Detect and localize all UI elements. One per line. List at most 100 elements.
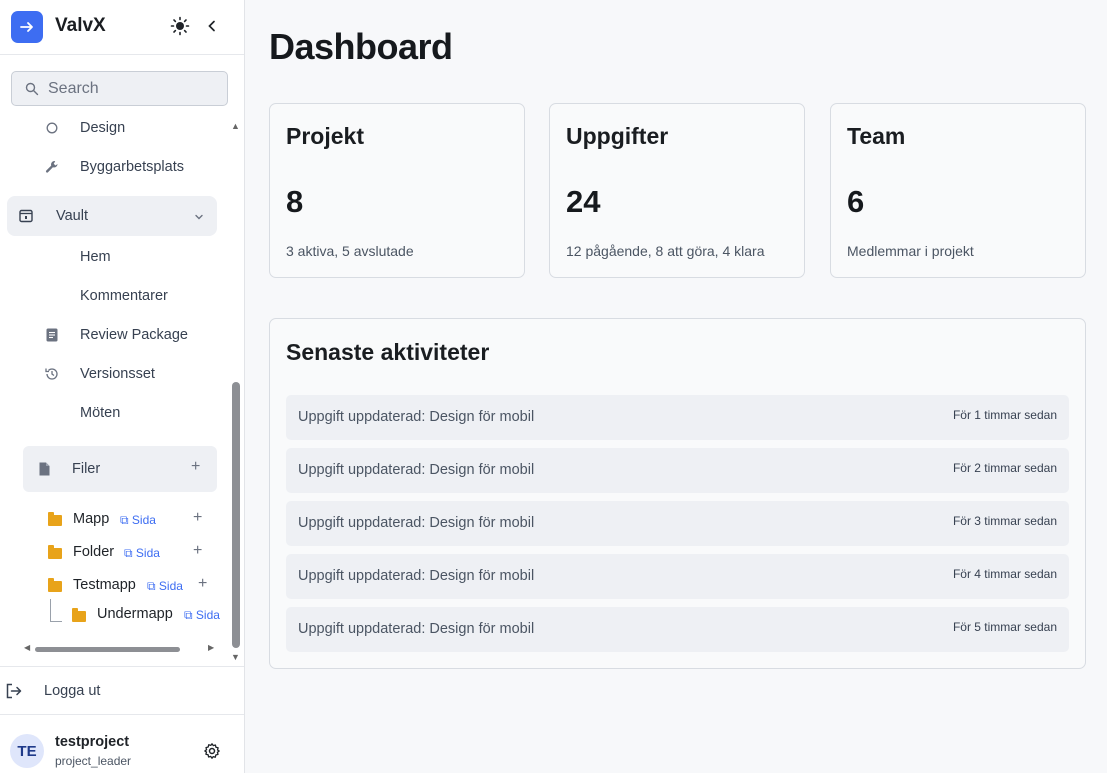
activity-time: För 1 timmar sedan: [952, 408, 1057, 422]
sida-link[interactable]: ⧉ Sida: [120, 513, 156, 528]
folder-item-undermapp[interactable]: Undermapp ⧉ Sida: [0, 596, 230, 632]
file-icon: [35, 460, 53, 478]
folder-item-folder[interactable]: Folder ⧉ Sida +: [0, 534, 230, 570]
scroll-up-arrow-icon[interactable]: ▲: [231, 121, 240, 131]
stat-card-projekt[interactable]: Projekt 8 3 aktiva, 5 avslutade: [269, 103, 525, 278]
scroll-left-arrow-icon[interactable]: ◀: [24, 643, 30, 652]
activity-text: Uppgift uppdaterad: Design för mobil: [298, 568, 535, 584]
nav-item-review-package[interactable]: Review Package: [0, 317, 230, 353]
folder-icon: [48, 578, 62, 592]
activity-text: Uppgift uppdaterad: Design för mobil: [298, 621, 535, 637]
app-name: ValvX: [55, 15, 106, 36]
activity-time: För 4 timmar sedan: [952, 567, 1057, 581]
vault-icon: [17, 207, 35, 225]
add-subfolder-button[interactable]: +: [193, 542, 202, 560]
search-box[interactable]: [11, 71, 228, 106]
stat-description: Medlemmar i projekt: [847, 243, 974, 259]
nav-item-kommentarer[interactable]: Kommentarer: [0, 278, 230, 314]
add-subfolder-button[interactable]: +: [193, 509, 202, 527]
add-subfolder-button[interactable]: +: [198, 575, 207, 593]
sida-link[interactable]: ⧉ Sida: [124, 546, 160, 561]
stat-title: Projekt: [286, 123, 364, 149]
activity-text: Uppgift uppdaterad: Design för mobil: [298, 462, 535, 478]
vertical-scrollbar-thumb[interactable]: [232, 382, 240, 648]
activity-text: Uppgift uppdaterad: Design för mobil: [298, 515, 535, 531]
horizontal-scrollbar-thumb[interactable]: [35, 647, 180, 652]
user-profile: TE testproject project_leader: [0, 716, 244, 773]
logout-button[interactable]: Logga ut: [0, 666, 244, 715]
user-name: testproject: [55, 734, 130, 750]
stat-value: 6: [847, 184, 865, 219]
nav-label: Review Package: [80, 327, 188, 343]
nav-label: Byggarbetsplats: [80, 159, 184, 175]
sida-link[interactable]: ⧉ Sida: [147, 579, 183, 594]
activity-text: Uppgift uppdaterad: Design för mobil: [298, 409, 535, 425]
scroll-down-arrow-icon[interactable]: ▼: [231, 652, 240, 662]
nav-label: Hem: [80, 249, 111, 265]
nav-item-byggarbetsplats[interactable]: Byggarbetsplats: [0, 149, 230, 185]
nav-item-hem[interactable]: Hem: [0, 239, 230, 275]
folder-label: Testmapp: [73, 577, 136, 593]
logo-arrow-icon[interactable]: [11, 11, 43, 43]
activity-time: För 5 timmar sedan: [952, 620, 1057, 634]
activity-row[interactable]: Uppgift uppdaterad: Design för mobil För…: [286, 448, 1069, 493]
sida-link-label: Sida: [131, 513, 156, 527]
activity-row[interactable]: Uppgift uppdaterad: Design för mobil För…: [286, 607, 1069, 652]
search-input[interactable]: [48, 79, 218, 99]
nav-label: Vault: [56, 208, 88, 224]
activity-row[interactable]: Uppgift uppdaterad: Design för mobil För…: [286, 501, 1069, 546]
gear-icon[interactable]: [203, 742, 221, 760]
folder-item-mapp[interactable]: Mapp ⧉ Sida +: [0, 501, 230, 537]
folder-icon: [48, 545, 62, 559]
chevron-down-icon: [194, 209, 204, 227]
stat-description: 12 pågående, 8 att göra, 4 klara: [566, 243, 765, 259]
sida-link-label: Sida: [195, 608, 220, 622]
add-file-button[interactable]: +: [191, 458, 200, 476]
sida-link-label: Sida: [135, 546, 160, 560]
nav-label: Filer: [72, 461, 101, 477]
nav-label: Möten: [80, 405, 121, 421]
stat-description: 3 aktiva, 5 avslutade: [286, 243, 414, 259]
nav-item-vault[interactable]: Vault: [7, 196, 217, 236]
circle-icon: [43, 119, 61, 137]
nav-label: Kommentarer: [80, 288, 168, 304]
stat-card-team[interactable]: Team 6 Medlemmar i projekt: [830, 103, 1086, 278]
wrench-icon: [43, 158, 61, 176]
nav-label: Versionsset: [80, 366, 155, 382]
sidebar: ValvX Design Byggarbetsplats: [0, 0, 245, 773]
brand-header: ValvX: [0, 0, 244, 55]
nav-item-design[interactable]: Design: [0, 112, 230, 146]
folder-label: Mapp: [73, 511, 110, 527]
stat-title: Team: [847, 123, 906, 149]
document-icon: [43, 326, 61, 344]
activity-row[interactable]: Uppgift uppdaterad: Design för mobil För…: [286, 395, 1069, 440]
user-role: project_leader: [55, 754, 132, 768]
folder-label: Undermapp: [97, 606, 173, 622]
nav-item-versionsset[interactable]: Versionsset: [0, 356, 230, 392]
nav-list: Design Byggarbetsplats Vault Hem Komment…: [0, 112, 244, 664]
folder-icon: [72, 608, 86, 622]
nav-item-filer[interactable]: Filer +: [23, 446, 217, 492]
logout-icon: [6, 683, 22, 699]
chevron-left-icon[interactable]: [202, 14, 222, 38]
sida-link[interactable]: ⧉ Sida: [184, 608, 220, 623]
activity-time: För 3 timmar sedan: [952, 514, 1057, 528]
page-title: Dashboard: [269, 26, 453, 67]
nav-label: Design: [80, 120, 126, 136]
sida-link-label: Sida: [158, 579, 183, 593]
nav-item-moten[interactable]: Möten: [0, 395, 230, 431]
activity-time: För 2 timmar sedan: [952, 461, 1057, 475]
folder-icon: [48, 512, 62, 526]
sun-icon[interactable]: [168, 14, 192, 38]
stat-card-uppgifter[interactable]: Uppgifter 24 12 pågående, 8 att göra, 4 …: [549, 103, 805, 278]
logout-label: Logga ut: [44, 683, 101, 699]
stat-title: Uppgifter: [566, 123, 669, 149]
history-icon: [43, 365, 61, 383]
activity-row[interactable]: Uppgift uppdaterad: Design för mobil För…: [286, 554, 1069, 599]
stat-value: 8: [286, 184, 304, 219]
avatar[interactable]: TE: [10, 734, 44, 768]
scroll-right-arrow-icon[interactable]: ▶: [208, 643, 214, 652]
recent-activity-card: Senaste aktiviteter Uppgift uppdaterad: …: [269, 318, 1086, 669]
stat-value: 24: [566, 184, 601, 219]
search-icon: [25, 82, 39, 96]
